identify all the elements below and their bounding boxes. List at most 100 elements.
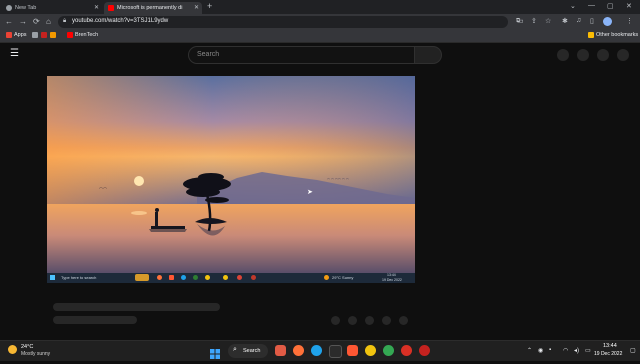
windows-taskbar: 24°C Mostly sunny ⌕ Search ⌃ ◉ ▪ ◠ ◂) ▭ …: [0, 340, 640, 361]
youtube-icon: [67, 32, 73, 38]
search-button[interactable]: [414, 46, 442, 64]
action-skeleton: [348, 316, 357, 325]
video-inner-taskbar: Type here to search 29°C Sunny 13:44 19 …: [47, 273, 415, 283]
search-placeholder: Search: [197, 51, 220, 58]
create-icon[interactable]: [557, 49, 569, 61]
youtube-header: ☰ Search: [0, 43, 640, 67]
tab-label: New Tab: [15, 5, 37, 11]
app-icon[interactable]: [329, 345, 342, 358]
weather-temp[interactable]: 24°C: [21, 344, 33, 350]
subtitle-skeleton: [53, 316, 137, 324]
minimize-icon[interactable]: —: [588, 2, 595, 9]
folder-icon: [588, 32, 594, 38]
share-icon[interactable]: ⇪: [531, 17, 537, 25]
vivaldi-icon[interactable]: [275, 345, 286, 356]
chrome-icon: [6, 5, 12, 11]
media-icon[interactable]: ♫: [576, 17, 581, 24]
windows-start-icon: [50, 275, 55, 280]
extensions-icon[interactable]: ✱: [562, 17, 568, 25]
address-bar[interactable]: 🔒︎ youtube.com/watch?v=3TSJ1L9ydw ⧉: [58, 16, 520, 28]
youtube-icon: [108, 5, 114, 11]
tray-app-icon[interactable]: ◉: [538, 347, 543, 354]
tab-youtube-video[interactable]: Microsoft is permanently di ✕: [104, 2, 202, 14]
search-input[interactable]: Search: [188, 46, 416, 64]
bookmark-star-icon[interactable]: ☆: [545, 17, 551, 25]
maximize-icon[interactable]: ▢: [607, 2, 614, 10]
weather-sun-icon[interactable]: [8, 345, 17, 354]
inner-chrome-icon: [237, 275, 242, 280]
apps-grid-icon: [6, 32, 12, 38]
cursor-icon: ➤: [307, 189, 313, 196]
clock-date[interactable]: 19 Dec 2022: [594, 351, 622, 357]
bookmark-icon: [41, 32, 47, 38]
menu-icon[interactable]: ⋮: [626, 17, 633, 25]
bookmark-2[interactable]: [41, 32, 49, 38]
video-player[interactable]: ⌒⌒ ⌒ ⌒ ⌒⌒ ⌒ ⌒ Type here to search 29°C S…: [47, 76, 415, 283]
inner-app-icon: [251, 275, 256, 280]
inner-widget-icon: [135, 274, 149, 281]
bookmark-3[interactable]: [50, 32, 58, 38]
inner-weather-text: 29°C Sunny: [332, 275, 354, 280]
notifications-icon[interactable]: ▢: [630, 347, 636, 354]
back-icon[interactable]: ←: [5, 17, 13, 26]
svg-text:⌒⌒: ⌒⌒: [99, 186, 107, 192]
clock-time[interactable]: 13:44: [603, 343, 617, 349]
tray-app-icon[interactable]: ▪: [549, 347, 551, 353]
action-skeleton: [365, 316, 374, 325]
bookmark-1[interactable]: [32, 32, 40, 38]
taskbar-search-label: Search: [243, 348, 261, 354]
app-icon[interactable]: [419, 345, 430, 356]
inner-clock-time: 13:44: [387, 273, 396, 277]
brentech-bookmark[interactable]: BrenTech: [67, 32, 98, 38]
edge-icon[interactable]: [311, 345, 322, 356]
browser-toolbar: ← → ⟳ ⌂ 🔒︎ youtube.com/watch?v=3TSJ1L9yd…: [0, 14, 640, 30]
menu-hamburger-icon[interactable]: ☰: [10, 48, 19, 59]
close-window-icon[interactable]: ✕: [626, 2, 632, 10]
action-skeleton: [382, 316, 391, 325]
title-skeleton: [53, 303, 220, 311]
weather-desc[interactable]: Mostly sunny: [21, 351, 50, 357]
bookmarks-bar: Apps BrenTech Other bookmarks: [0, 30, 640, 43]
url-text: youtube.com/watch?v=3TSJ1L9ydw: [72, 18, 169, 24]
action-skeleton: [399, 316, 408, 325]
search-icon: ⌕: [233, 346, 237, 353]
app-icon[interactable]: [365, 345, 376, 356]
inner-app-icon: [205, 275, 210, 280]
inner-firefox-icon: [157, 275, 162, 280]
other-bookmarks[interactable]: Other bookmarks: [588, 32, 638, 38]
account-avatar[interactable]: [617, 49, 629, 61]
battery-icon[interactable]: ▭: [585, 347, 591, 354]
apps-icon[interactable]: [577, 49, 589, 61]
volume-icon[interactable]: ◂): [574, 347, 579, 354]
sidebar-icon[interactable]: ▯: [590, 17, 594, 25]
cast-icon[interactable]: ▭: [517, 17, 524, 25]
close-tab-icon[interactable]: ✕: [94, 4, 99, 11]
forward-icon[interactable]: →: [19, 17, 27, 26]
inner-app-icon: [193, 275, 198, 280]
close-tab-icon[interactable]: ✕: [194, 4, 199, 11]
tab-search-icon[interactable]: ⌄: [570, 2, 576, 10]
chrome-icon[interactable]: [383, 345, 394, 356]
new-tab-button[interactable]: +: [207, 1, 212, 11]
svg-text:⌒ ⌒ ⌒⌒ ⌒ ⌒: ⌒ ⌒ ⌒⌒ ⌒ ⌒: [327, 177, 349, 182]
inner-brave-icon: [169, 275, 174, 280]
tab-new-tab[interactable]: New Tab ✕: [2, 2, 102, 14]
show-hidden-icons[interactable]: ⌃: [527, 347, 532, 354]
lock-icon[interactable]: 🔒︎: [63, 18, 66, 25]
app-icon[interactable]: [401, 345, 412, 356]
profile-avatar[interactable]: [603, 17, 612, 26]
firefox-icon[interactable]: [293, 345, 304, 356]
taskbar-search-button[interactable]: ⌕ Search: [228, 344, 268, 358]
bookmark-icon: [50, 32, 56, 38]
notifications-icon[interactable]: [597, 49, 609, 61]
home-icon[interactable]: ⌂: [46, 17, 51, 26]
inner-clock-date: 19 Dec 2022: [382, 278, 402, 282]
start-windows-icon[interactable]: [210, 346, 220, 359]
inner-search-text: Type here to search: [61, 275, 97, 280]
bookmark-icon: [32, 32, 38, 38]
wifi-icon[interactable]: ◠: [563, 347, 568, 354]
inner-app-icon: [223, 275, 228, 280]
apps-bookmark[interactable]: Apps: [6, 32, 27, 38]
brave-icon[interactable]: [347, 345, 358, 356]
reload-icon[interactable]: ⟳: [33, 17, 40, 26]
